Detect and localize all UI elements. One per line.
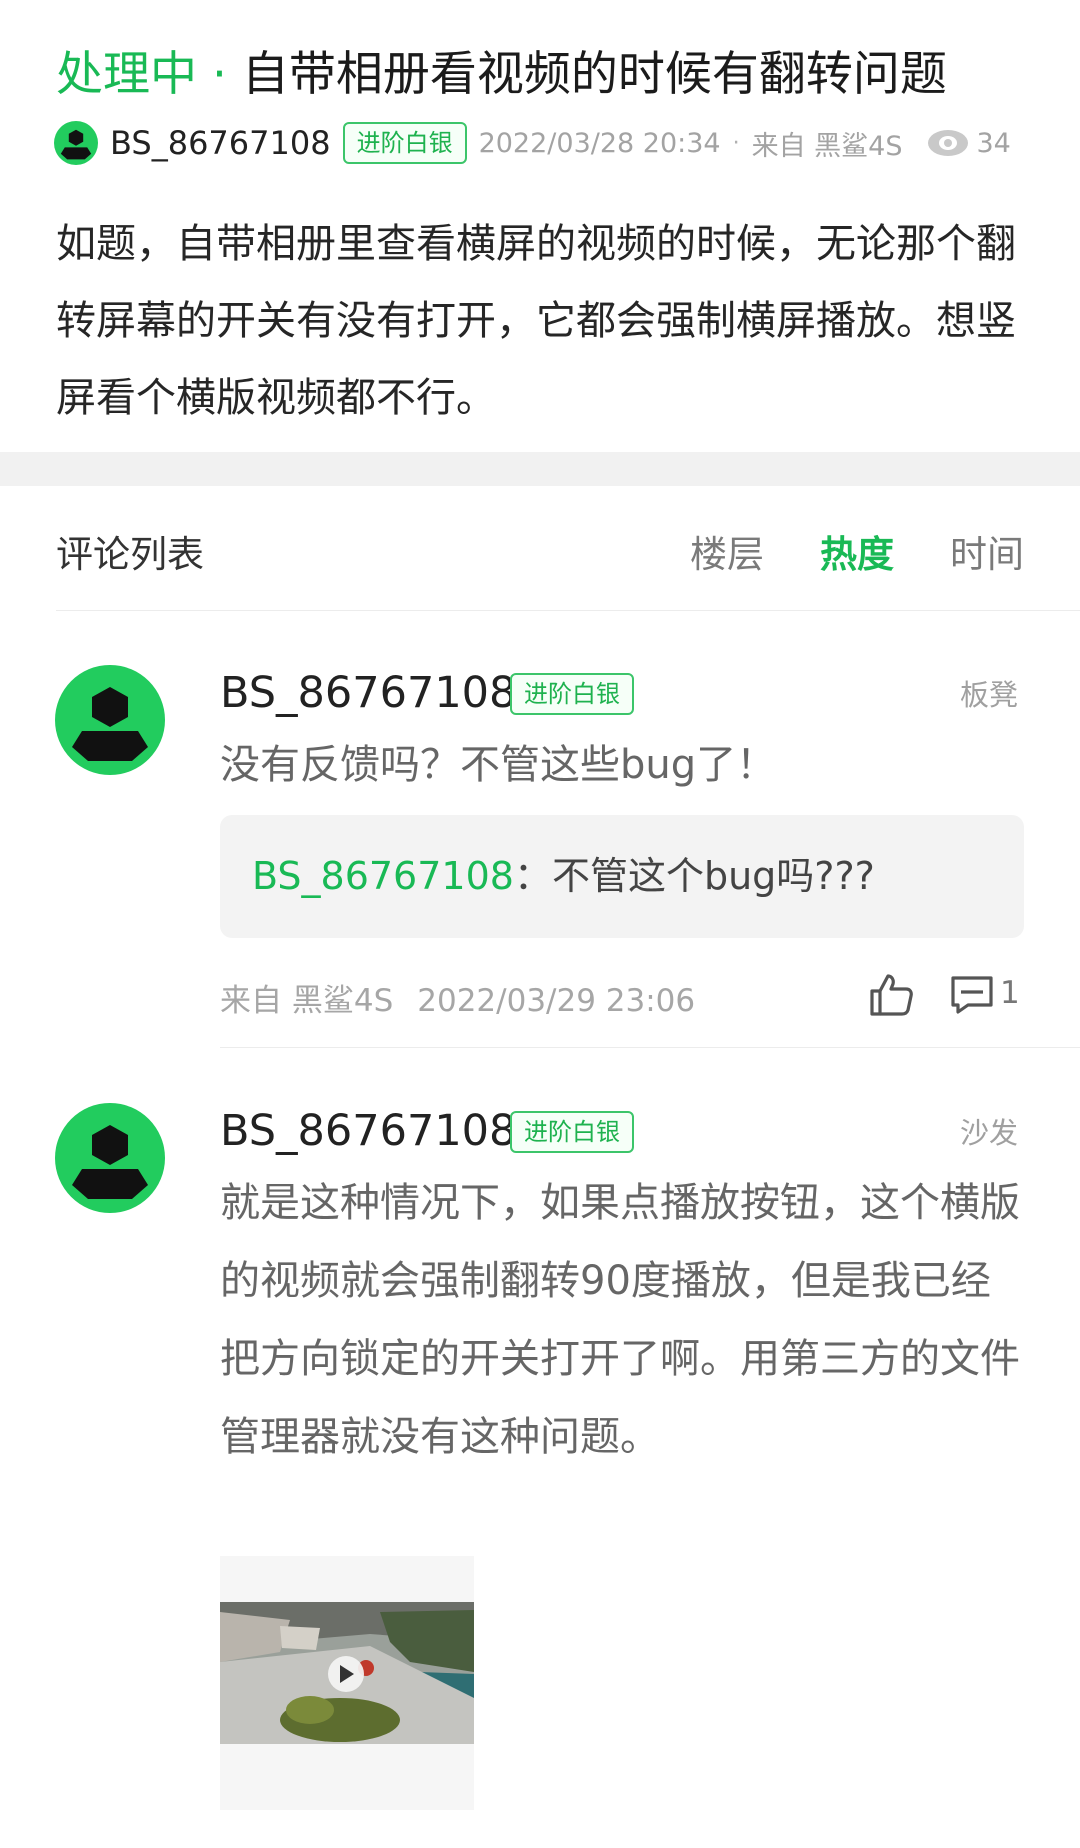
- divider: [220, 1047, 1080, 1048]
- section-divider: [0, 452, 1080, 486]
- commenter-name[interactable]: BS_86767108: [220, 1106, 516, 1156]
- quoted-reply-content: BS_86767108：不管这个bug吗???: [252, 845, 875, 900]
- quoted-reply[interactable]: BS_86767108：不管这个bug吗???: [220, 815, 1024, 938]
- tab-time[interactable]: 时间: [950, 524, 1024, 578]
- video-frame: [220, 1602, 474, 1744]
- floor-label: 沙发: [960, 1116, 1019, 1150]
- post-detail-page: 处理中 · 自带相册看视频的时候有翻转问题 BS_86767108 进阶白银 2…: [0, 0, 1080, 1848]
- author-avatar[interactable]: [54, 121, 98, 165]
- post-title: 处理中 · 自带相册看视频的时候有翻转问题: [56, 44, 1036, 106]
- title-text: 自带相册看视频的时候有翻转问题: [241, 47, 947, 102]
- quoted-user[interactable]: BS_86767108: [252, 854, 514, 898]
- commenter-avatar[interactable]: [55, 1103, 165, 1213]
- post-device: 来自 黑鲨4S: [751, 130, 903, 162]
- like-icon[interactable]: [868, 972, 914, 1018]
- comment-footer: 来自 黑鲨4S 2022/03/29 23:06: [220, 975, 695, 1020]
- divider: [56, 610, 1080, 611]
- comment-text: 就是这种情况下，如果点播放按钮，这个横版的视频就会强制翻转90度播放，但是我已经…: [220, 1180, 1020, 1460]
- eye-icon: [927, 130, 968, 156]
- comment-text: 没有反馈吗？不管这些bug了！: [220, 742, 777, 788]
- author-name[interactable]: BS_86767108: [110, 124, 331, 162]
- post-body: 如题，自带相册里查看横屏的视频的时候，无论那个翻转屏幕的开关有没有打开，它都会强…: [56, 221, 1016, 421]
- comment-list-header: 评论列表 楼层 热度 时间: [56, 520, 1024, 582]
- reply-count: 1: [1000, 975, 1020, 1011]
- commenter-avatar[interactable]: [55, 665, 165, 775]
- status-label: 处理中: [56, 47, 197, 102]
- avatar-icon: [60, 129, 92, 160]
- tab-floor[interactable]: 楼层: [690, 524, 764, 578]
- comment-list-title: 评论列表: [56, 533, 204, 576]
- comment-device: 来自 黑鲨4S: [220, 983, 394, 1019]
- commenter-name[interactable]: BS_86767108: [220, 668, 516, 718]
- tab-hot[interactable]: 热度: [820, 524, 894, 578]
- level-badge: 进阶白银: [510, 1111, 634, 1153]
- level-badge: 进阶白银: [510, 673, 634, 715]
- quoted-colon: ：: [513, 854, 552, 898]
- video-thumbnail[interactable]: [220, 1556, 474, 1810]
- title-separator: ·: [197, 47, 242, 102]
- comment-date: 2022/03/29 23:06: [417, 983, 696, 1019]
- view-count: 34: [976, 127, 1011, 159]
- avatar-icon: [72, 687, 148, 761]
- meta-dot: ·: [732, 130, 740, 156]
- quoted-text: 不管这个bug吗???: [551, 854, 875, 898]
- avatar-icon: [72, 1125, 148, 1199]
- play-icon[interactable]: [328, 1656, 364, 1692]
- post-date: 2022/03/28 20:34: [478, 127, 721, 159]
- reply-icon[interactable]: [950, 975, 994, 1015]
- floor-label: 板凳: [960, 678, 1019, 712]
- level-badge: 进阶白银: [342, 122, 467, 164]
- post-meta: BS_86767108 进阶白银 2022/03/28 20:34 · 来自 黑…: [54, 120, 1011, 166]
